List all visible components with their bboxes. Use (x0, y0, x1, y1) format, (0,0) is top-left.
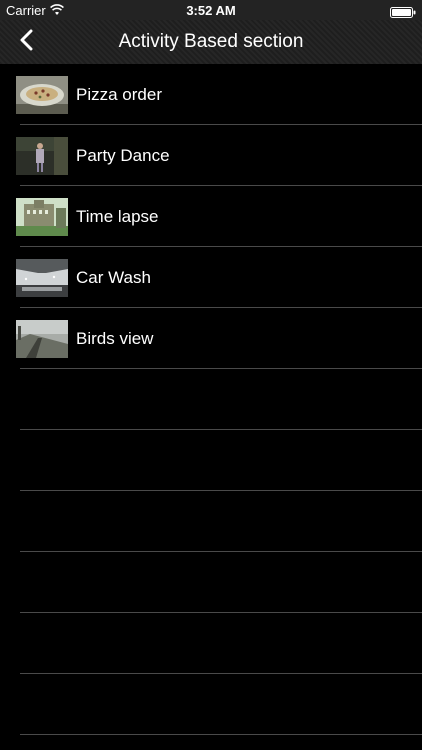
empty-row (0, 430, 422, 491)
list-item-label: Time lapse (76, 207, 159, 226)
list-item-birds-view[interactable]: Birds view (0, 308, 422, 369)
navigation-bar: Activity Based section (0, 20, 422, 64)
empty-row (0, 674, 422, 735)
party-dance-thumbnail (16, 137, 68, 175)
empty-row (0, 369, 422, 430)
list-item-party-dance[interactable]: Party Dance (0, 125, 422, 186)
birds-view-thumbnail (16, 320, 68, 358)
list-item-label: Birds view (76, 329, 154, 348)
car-wash-thumbnail (16, 259, 68, 297)
list-item-time-lapse[interactable]: Time lapse (0, 186, 422, 247)
row-divider (20, 734, 422, 735)
list-item-pizza-order[interactable]: Pizza order (0, 64, 422, 125)
empty-row (0, 491, 422, 552)
list-item-label: Pizza order (76, 85, 162, 104)
status-bar: Carrier 3:52 AM (0, 0, 422, 20)
time-lapse-thumbnail (16, 198, 68, 236)
status-time: 3:52 AM (186, 3, 236, 18)
list-item-label: Car Wash (76, 268, 151, 287)
pizza-thumbnail (16, 76, 68, 114)
activity-list: Pizza order Party Dance Time lapse Car W… (0, 64, 422, 750)
empty-row (0, 613, 422, 674)
list-item-label: Party Dance (76, 146, 170, 165)
list-item-car-wash[interactable]: Car Wash (0, 247, 422, 308)
page-title: Activity Based section (118, 31, 304, 52)
empty-row (0, 552, 422, 613)
battery-icon (390, 5, 416, 18)
